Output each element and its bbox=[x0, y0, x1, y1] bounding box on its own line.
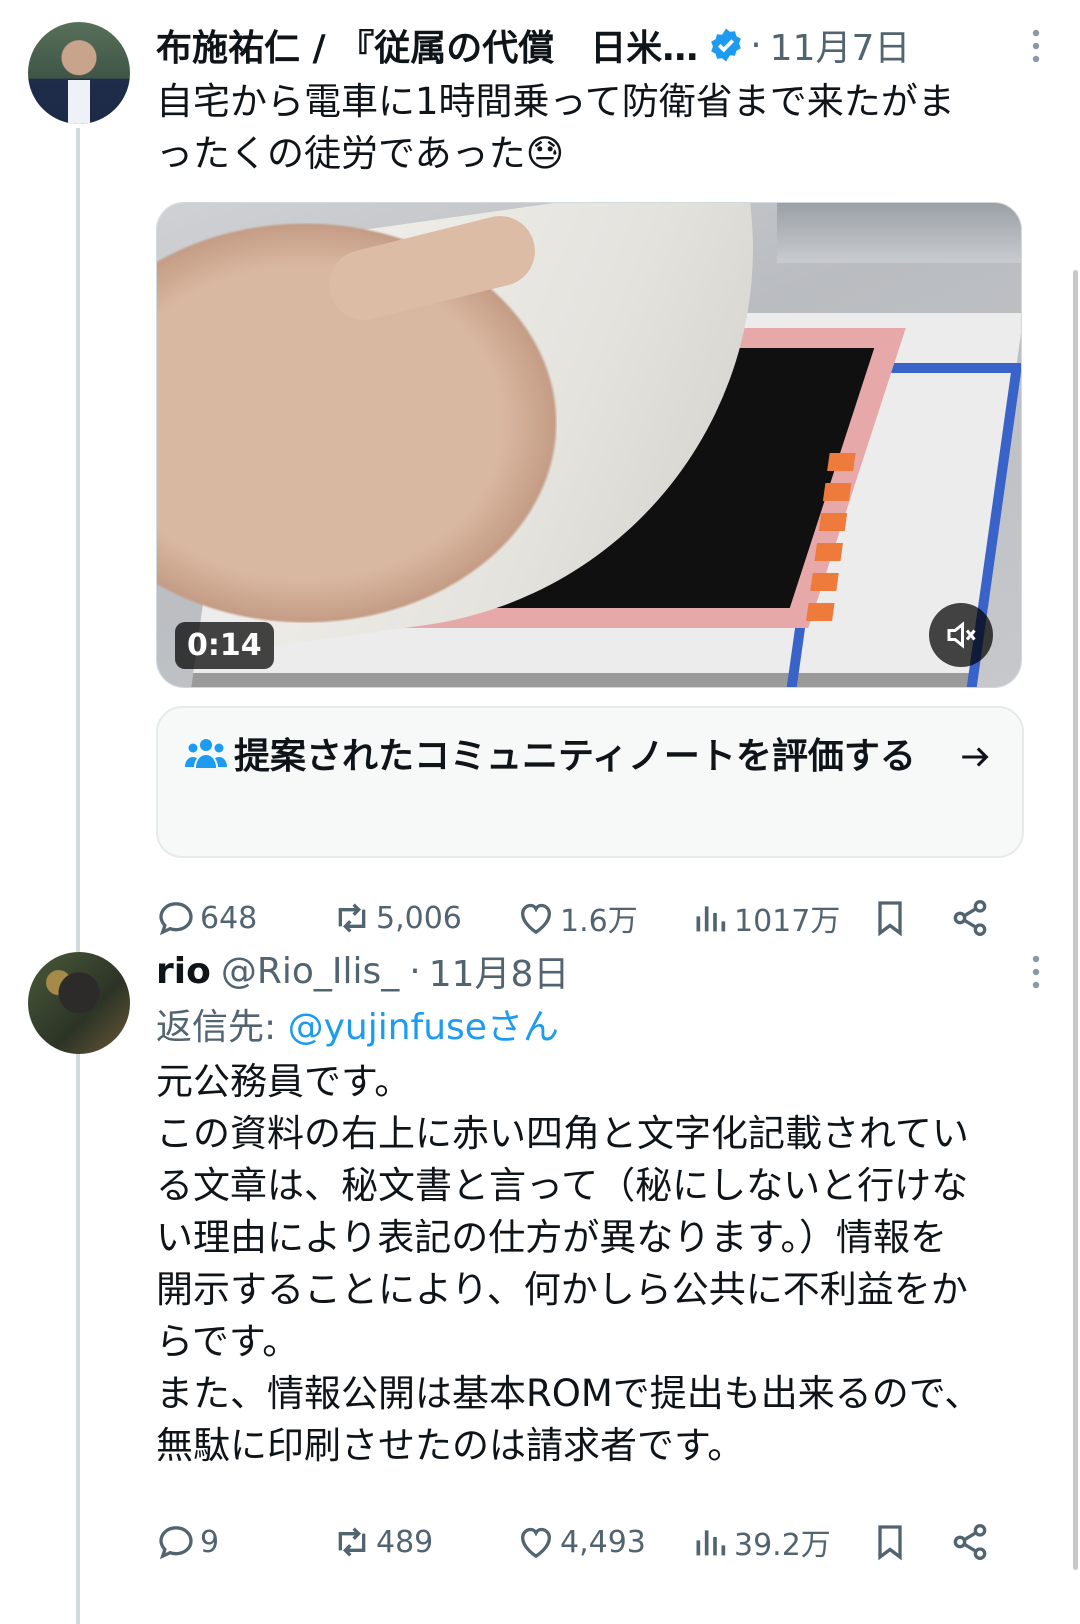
reply-to-line: 返信先: @yujinfuseさん bbox=[156, 1002, 1020, 1054]
bookmark-icon[interactable] bbox=[870, 1522, 910, 1562]
share-icon[interactable] bbox=[950, 898, 990, 938]
post-date[interactable]: 11月8日 bbox=[429, 945, 570, 997]
tweet-text: 自宅から電車に1時間乗って防衛省まで来たがま ったくの徒労であった😓 bbox=[156, 76, 1020, 180]
reply-icon bbox=[159, 902, 193, 936]
tweet-text-line: 元公務員です。 bbox=[156, 1060, 412, 1103]
author-handle[interactable]: @Rio_Ilis_ bbox=[221, 951, 399, 992]
tweet-text-line: また、情報公開は基本ROMで提出も出来るので、 bbox=[156, 1372, 982, 1415]
tweet-text-line: 開示することにより、何かしら公共に不利益をか bbox=[156, 1268, 968, 1311]
views-count: 1017万 bbox=[734, 904, 841, 939]
video-frame bbox=[157, 203, 1021, 687]
like-button[interactable]: 4,493 bbox=[516, 1512, 646, 1572]
separator-dot: · bbox=[409, 950, 421, 992]
repost-count: 489 bbox=[376, 1524, 434, 1560]
bookmark-icon[interactable] bbox=[870, 898, 910, 938]
tweet-header: rio @Rio_Ilis_ · 11月8日 bbox=[156, 940, 1040, 1002]
repost-count: 5,006 bbox=[376, 900, 462, 936]
repost-button[interactable]: 5,006 bbox=[332, 888, 462, 948]
verified-badge-icon bbox=[711, 28, 742, 62]
reply-count: 648 bbox=[200, 900, 258, 936]
like-button[interactable]: 1.6万 bbox=[516, 888, 638, 948]
post-date[interactable]: 11月7日 bbox=[770, 19, 911, 71]
heart-icon bbox=[520, 1527, 552, 1559]
tweet-text-line: る文章は、秘文書と言って（秘にしないと行けな bbox=[156, 1164, 969, 1207]
heart-icon bbox=[520, 903, 552, 935]
tweet-text-line: らです。 bbox=[156, 1320, 300, 1363]
reply-button[interactable]: 9 bbox=[156, 1512, 219, 1572]
scrollbar[interactable] bbox=[1073, 270, 1078, 1570]
action-bar: 648 5,006 1.6万 1017万 bbox=[156, 888, 1020, 948]
views-count: 39.2万 bbox=[734, 1528, 831, 1563]
speaker-muted-icon bbox=[947, 621, 976, 649]
tweet-text-line: この資料の右上に赤い四角と文字化記載されてい bbox=[156, 1112, 969, 1155]
repost-button[interactable]: 489 bbox=[332, 1512, 433, 1572]
tweet-text-line: い理由により表記の仕方が異なります。）情報を bbox=[156, 1216, 948, 1259]
views-icon bbox=[696, 906, 726, 932]
tweet-text: 元公務員です。 この資料の右上に赤い四角と文字化記載されてい る文章は、秘文書と… bbox=[156, 1056, 1020, 1472]
action-bar: 9 489 4,493 39.2万 bbox=[156, 1512, 1020, 1572]
video-player[interactable]: 0:14 bbox=[156, 202, 1022, 688]
avatar[interactable] bbox=[28, 952, 130, 1054]
arrow-right-icon bbox=[962, 747, 989, 767]
author-name[interactable]: rio bbox=[156, 951, 211, 992]
community-note-prompt[interactable]: 提案されたコミュニティノートを評価する bbox=[156, 706, 1024, 858]
tweet-header: 布施祐仁 / 『従属の代償 日米… · 11月7日 bbox=[156, 14, 1040, 76]
like-count: 1.6万 bbox=[560, 904, 638, 939]
repost-icon bbox=[338, 903, 366, 933]
share-icon[interactable] bbox=[950, 1522, 990, 1562]
reply-to-prefix: 返信先: bbox=[156, 1007, 288, 1048]
separator-dot: · bbox=[750, 24, 762, 66]
thread-line bbox=[76, 128, 80, 1624]
like-count: 4,493 bbox=[560, 1524, 646, 1560]
tweet-text-line: 自宅から電車に1時間乗って防衛省まで来たがま bbox=[156, 80, 955, 123]
reply-count: 9 bbox=[200, 1524, 220, 1560]
tweet-text-line: 無駄に印刷させたのは請求者です。 bbox=[156, 1424, 745, 1467]
video-duration: 0:14 bbox=[175, 622, 274, 669]
views-icon bbox=[696, 1530, 726, 1556]
author-name[interactable]: 布施祐仁 / 『従属の代償 日米… bbox=[156, 19, 698, 71]
mute-button[interactable] bbox=[929, 603, 993, 667]
community-note-label: 提案されたコミュニティノートを評価する bbox=[234, 736, 916, 777]
avatar[interactable] bbox=[28, 22, 130, 124]
more-options-icon[interactable] bbox=[1032, 954, 1040, 990]
more-options-icon[interactable] bbox=[1032, 28, 1040, 64]
repost-icon bbox=[338, 1527, 366, 1557]
views-button[interactable]: 1017万 bbox=[690, 888, 840, 948]
views-button[interactable]: 39.2万 bbox=[690, 1512, 831, 1572]
people-icon bbox=[185, 739, 227, 768]
reply-button[interactable]: 648 bbox=[156, 888, 257, 948]
tweet-text-line: ったくの徒労であった😓 bbox=[156, 132, 565, 175]
reply-icon bbox=[159, 1526, 193, 1560]
reply-to-link[interactable]: @yujinfuseさん bbox=[288, 1007, 559, 1048]
